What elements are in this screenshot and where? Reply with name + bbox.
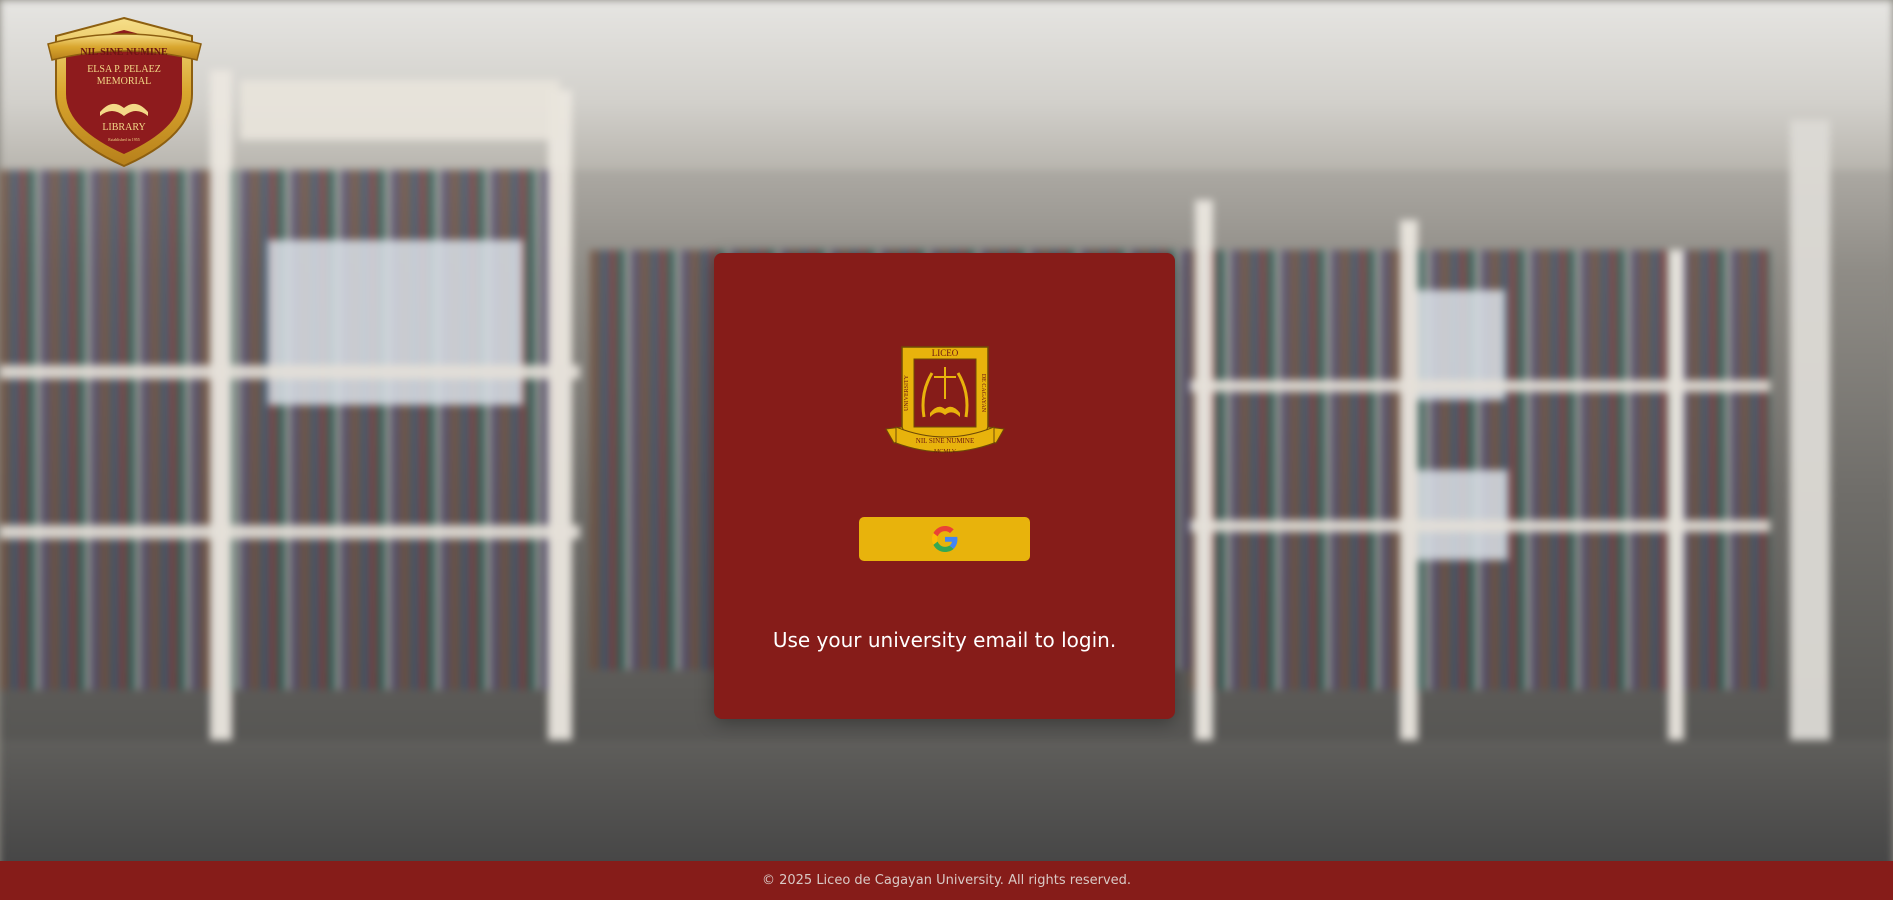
login-hint-text: Use your university email to login. [772, 628, 1117, 652]
svg-text:ELSA P. PELAEZ: ELSA P. PELAEZ [87, 64, 161, 75]
login-card: LICEO UNIVERSITY DE CAGAYAN NIL SINE NUM… [714, 253, 1175, 719]
google-sign-in-button[interactable] [859, 517, 1030, 561]
svg-text:LIBRARY: LIBRARY [102, 122, 145, 133]
svg-text:NIL SINE NUMINE: NIL SINE NUMINE [80, 47, 168, 58]
svg-text:DE CAGAYAN: DE CAGAYAN [980, 374, 986, 413]
google-icon [931, 526, 957, 552]
svg-text:UNIVERSITY: UNIVERSITY [904, 374, 910, 411]
library-crest-logo: NIL SINE NUMINE ELSA P. PELAEZ MEMORIAL … [42, 14, 207, 170]
svg-text:MEMORIAL: MEMORIAL [97, 76, 151, 87]
svg-text:MCMLV: MCMLV [934, 449, 957, 455]
login-page: NIL SINE NUMINE ELSA P. PELAEZ MEMORIAL … [0, 0, 1893, 900]
footer: © 2025 Liceo de Cagayan University. All … [0, 861, 1893, 900]
library-crest-icon: NIL SINE NUMINE ELSA P. PELAEZ MEMORIAL … [47, 16, 202, 168]
university-seal-icon: LICEO UNIVERSITY DE CAGAYAN NIL SINE NUM… [885, 346, 1005, 455]
svg-text:Established in 1955: Established in 1955 [108, 137, 140, 142]
svg-text:LICEO: LICEO [932, 348, 959, 358]
university-seal-logo: LICEO UNIVERSITY DE CAGAYAN NIL SINE NUM… [882, 343, 1008, 463]
svg-text:NIL SINE NUMINE: NIL SINE NUMINE [916, 437, 974, 445]
footer-copyright: © 2025 Liceo de Cagayan University. All … [761, 873, 1132, 888]
